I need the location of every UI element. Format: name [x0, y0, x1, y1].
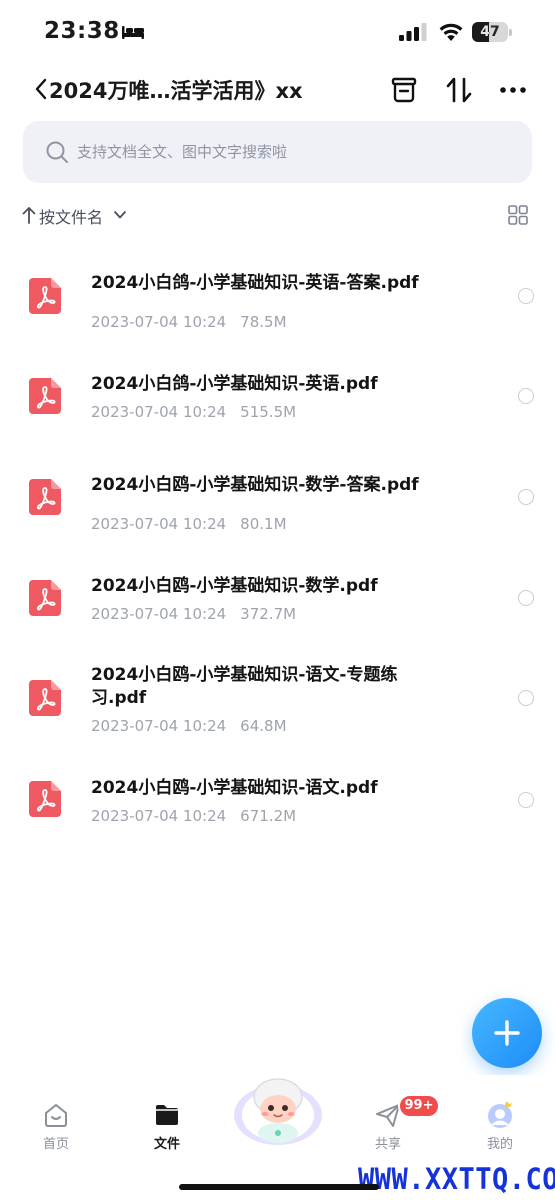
tab-files-label: 文件 [153, 1137, 180, 1152]
watermark: WWW.XXTTQ.COM [358, 1162, 555, 1197]
file-row[interactable]: 2024小白鸥-小学基础知识-语文-专题练习.pdf 2023-07-04 10… [0, 647, 555, 747]
pdf-file-icon [29, 680, 61, 716]
file-date: 2023-07-04 10:24 [91, 717, 227, 735]
tab-files[interactable]: 文件 [127, 1097, 207, 1157]
pdf-file-icon [29, 278, 61, 314]
battery-indicator: 47 [472, 22, 512, 42]
signal-icon [399, 23, 427, 41]
file-size: 671.2M [240, 807, 297, 825]
profile-avatar-icon [488, 1101, 512, 1128]
folder-icon [156, 1105, 178, 1125]
select-radio[interactable] [518, 690, 534, 706]
file-date: 2023-07-04 10:24 [91, 313, 227, 331]
file-size: 80.1M [240, 515, 287, 533]
file-name: 2024小白鸥-小学基础知识-数学-答案.pdf [91, 475, 419, 495]
pdf-file-icon [29, 479, 61, 515]
file-date: 2023-07-04 10:24 [91, 605, 227, 623]
arrow-up-icon [22, 207, 36, 224]
tab-home[interactable]: 首页 [16, 1097, 96, 1157]
file-size: 372.7M [240, 605, 297, 623]
search-placeholder: 支持文档全文、图中文字搜索啦 [77, 143, 288, 161]
file-date: 2023-07-04 10:24 [91, 403, 227, 421]
file-meta: 2023-07-04 10:24 372.7M [91, 605, 296, 623]
status-bar: 23:38 47 [0, 0, 555, 60]
wifi-icon [439, 23, 463, 41]
file-size: 64.8M [240, 717, 287, 735]
sort-label: 按文件名 [39, 208, 104, 227]
sort-order-icon[interactable] [446, 76, 472, 104]
file-meta: 2023-07-04 10:24 80.1M [91, 515, 287, 533]
file-meta: 2023-07-04 10:24 78.5M [91, 313, 287, 331]
pdf-file-icon [29, 378, 61, 414]
file-name: 2024小白鸽-小学基础知识-英语.pdf [91, 374, 378, 394]
file-name: 2024小白鸥-小学基础知识-数学.pdf [91, 576, 378, 596]
battery-percent: 47 [480, 24, 500, 40]
home-icon [45, 1104, 67, 1127]
pdf-file-icon [29, 781, 61, 817]
chevron-down-icon [114, 211, 126, 219]
select-radio[interactable] [518, 288, 534, 304]
search-input[interactable]: 支持文档全文、图中文字搜索啦 [23, 121, 532, 183]
file-meta: 2023-07-04 10:24 671.2M [91, 807, 296, 825]
file-row[interactable]: 2024小白鸽-小学基础知识-英语-答案.pdf 2023-07-04 10:2… [0, 245, 555, 345]
bed-icon [122, 26, 144, 39]
file-size: 78.5M [240, 313, 287, 331]
more-icon[interactable] [499, 86, 527, 94]
tab-share-label: 共享 [374, 1137, 401, 1152]
file-meta: 2023-07-04 10:24 515.5M [91, 403, 296, 421]
file-date: 2023-07-04 10:24 [91, 515, 227, 533]
tab-mine-label: 我的 [486, 1137, 513, 1152]
file-name: 2024小白鸥-小学基础知识-语文.pdf [91, 778, 378, 798]
select-radio[interactable] [518, 792, 534, 808]
file-meta: 2023-07-04 10:24 64.8M [91, 717, 287, 735]
pdf-file-icon [29, 580, 61, 616]
select-radio[interactable] [518, 590, 534, 606]
file-date: 2023-07-04 10:24 [91, 807, 227, 825]
file-row[interactable]: 2024小白鸥-小学基础知识-数学-答案.pdf 2023-07-04 10:2… [0, 446, 555, 546]
nav-bar: 2024万唯…活学活用》xx [0, 66, 555, 114]
search-icon [46, 141, 68, 163]
file-name: 2024小白鸽-小学基础知识-英语-答案.pdf [91, 273, 419, 293]
select-radio[interactable] [518, 388, 534, 404]
tab-home-label: 首页 [42, 1137, 69, 1152]
plus-icon [494, 1020, 520, 1046]
page-title: 2024万唯…活学活用》xx [49, 79, 303, 103]
back-icon[interactable] [34, 78, 48, 100]
archive-icon[interactable] [390, 76, 418, 104]
status-time: 23:38 [44, 18, 120, 44]
grid-view-icon[interactable] [508, 205, 528, 225]
file-row[interactable]: 2024小白鸥-小学基础知识-语文.pdf 2023-07-04 10:24 67… [0, 747, 555, 847]
file-name: 2024小白鸥-小学基础知识-语文-专题练习.pdf [91, 665, 398, 708]
select-radio[interactable] [518, 489, 534, 505]
file-size: 515.5M [240, 403, 297, 421]
file-row[interactable]: 2024小白鸥-小学基础知识-数学.pdf 2023-07-04 10:24 37… [0, 546, 555, 646]
home-indicator [179, 1184, 379, 1190]
share-count-badge: 99+ [398, 1094, 440, 1118]
assistant-avatar-icon[interactable] [232, 1075, 324, 1147]
add-button[interactable] [472, 998, 542, 1068]
file-row[interactable]: 2024小白鸽-小学基础知识-英语.pdf 2023-07-04 10:24 51… [0, 345, 555, 445]
tab-mine[interactable]: 我的 [460, 1097, 540, 1157]
